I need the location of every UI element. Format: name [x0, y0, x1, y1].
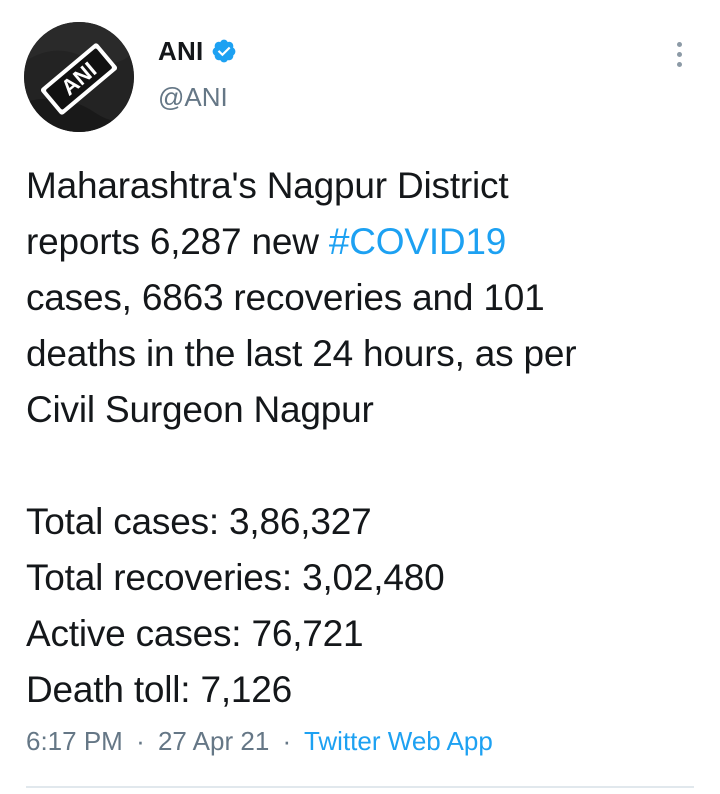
tweet-text: Maharashtra's Nagpur District reports 6,… — [26, 158, 706, 438]
author-handle[interactable]: @ANI — [158, 82, 237, 113]
tweet-text-line: Civil Surgeon Nagpur — [26, 389, 374, 430]
meta-separator: · — [282, 726, 292, 756]
avatar[interactable]: ANI — [24, 22, 134, 132]
more-vertical-icon-dot — [676, 61, 682, 67]
author-display-name[interactable]: ANI — [158, 36, 203, 67]
tweet-text-line: cases, 6863 recoveries and 101 — [26, 277, 545, 318]
author-info: ANI @ANI — [158, 34, 237, 113]
hashtag-link[interactable]: #COVID19 — [329, 221, 507, 262]
more-options-button[interactable] — [664, 36, 694, 72]
tweet-date[interactable]: 27 Apr 21 — [158, 726, 269, 756]
tweet-source-link[interactable]: Twitter Web App — [304, 726, 493, 756]
tweet-text-line: deaths in the last 24 hours, as per — [26, 333, 577, 374]
more-vertical-icon-dot — [676, 51, 682, 57]
tweet-time[interactable]: 6:17 PM — [26, 726, 123, 756]
verified-badge-icon — [211, 38, 237, 64]
more-vertical-icon — [676, 41, 682, 47]
tweet-text-line: reports 6,287 new #COVID19 — [26, 214, 706, 270]
stat-active-cases: Active cases: 76,721 — [26, 613, 364, 654]
tweet-text-segment: reports 6,287 new — [26, 221, 329, 262]
divider — [26, 786, 694, 788]
author-name-row: ANI — [158, 34, 237, 68]
ani-logo-icon: ANI — [24, 22, 134, 132]
tweet-meta: 6:17 PM · 27 Apr 21 · Twitter Web App — [26, 726, 493, 757]
meta-separator: · — [136, 726, 145, 756]
tweet-stats: Total cases: 3,86,327 Total recoveries: … — [26, 494, 445, 718]
stat-death-toll: Death toll: 7,126 — [26, 669, 293, 710]
stat-total-cases: Total cases: 3,86,327 — [26, 501, 372, 542]
tweet-text-line: Maharashtra's Nagpur District — [26, 165, 509, 206]
tweet-card: ANI ANI @ANI Maharashtra's Nagpur Distri… — [0, 0, 720, 794]
stat-total-recoveries: Total recoveries: 3,02,480 — [26, 557, 445, 598]
